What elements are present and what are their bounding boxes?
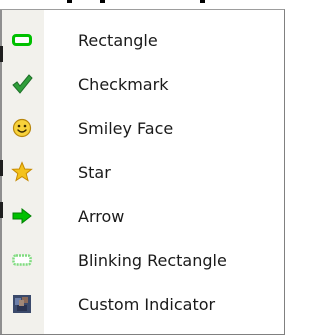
menu-item-label: Blinking Rectangle [78, 250, 227, 270]
arrow-icon [0, 194, 44, 238]
menu-item-label: Checkmark [78, 74, 169, 94]
edge-mark [100, 0, 105, 3]
menu-item-label: Rectangle [78, 30, 158, 50]
menu-item-label: Star [78, 162, 111, 182]
screen: Rectangle Checkmark Smiley Face Star Arr… [0, 0, 314, 336]
menu-item-checkmark[interactable]: Checkmark [0, 62, 284, 106]
menu-item-label: Arrow [78, 206, 125, 226]
blinking-rectangle-icon [0, 238, 44, 282]
star-icon [0, 150, 44, 194]
menu-item-blinking-rectangle[interactable]: Blinking Rectangle [0, 238, 284, 282]
rectangle-icon [0, 18, 44, 62]
menu-item-label: Smiley Face [78, 118, 174, 138]
background-window-edge [0, 0, 314, 9]
menu-items: Rectangle Checkmark Smiley Face Star Arr… [0, 18, 284, 326]
checkmark-icon [0, 62, 44, 106]
edge-mark [67, 0, 72, 3]
menu-item-label: Custom Indicator [78, 294, 216, 314]
indicator-menu: Rectangle Checkmark Smiley Face Star Arr… [0, 9, 285, 335]
menu-item-rectangle[interactable]: Rectangle [0, 18, 284, 62]
menu-item-arrow[interactable]: Arrow [0, 194, 284, 238]
smiley-face-icon [0, 106, 44, 150]
custom-indicator-icon [0, 282, 44, 326]
menu-item-star[interactable]: Star [0, 150, 284, 194]
menu-item-custom-indicator[interactable]: Custom Indicator [0, 282, 284, 326]
menu-item-smiley-face[interactable]: Smiley Face [0, 106, 284, 150]
edge-mark [200, 0, 205, 3]
